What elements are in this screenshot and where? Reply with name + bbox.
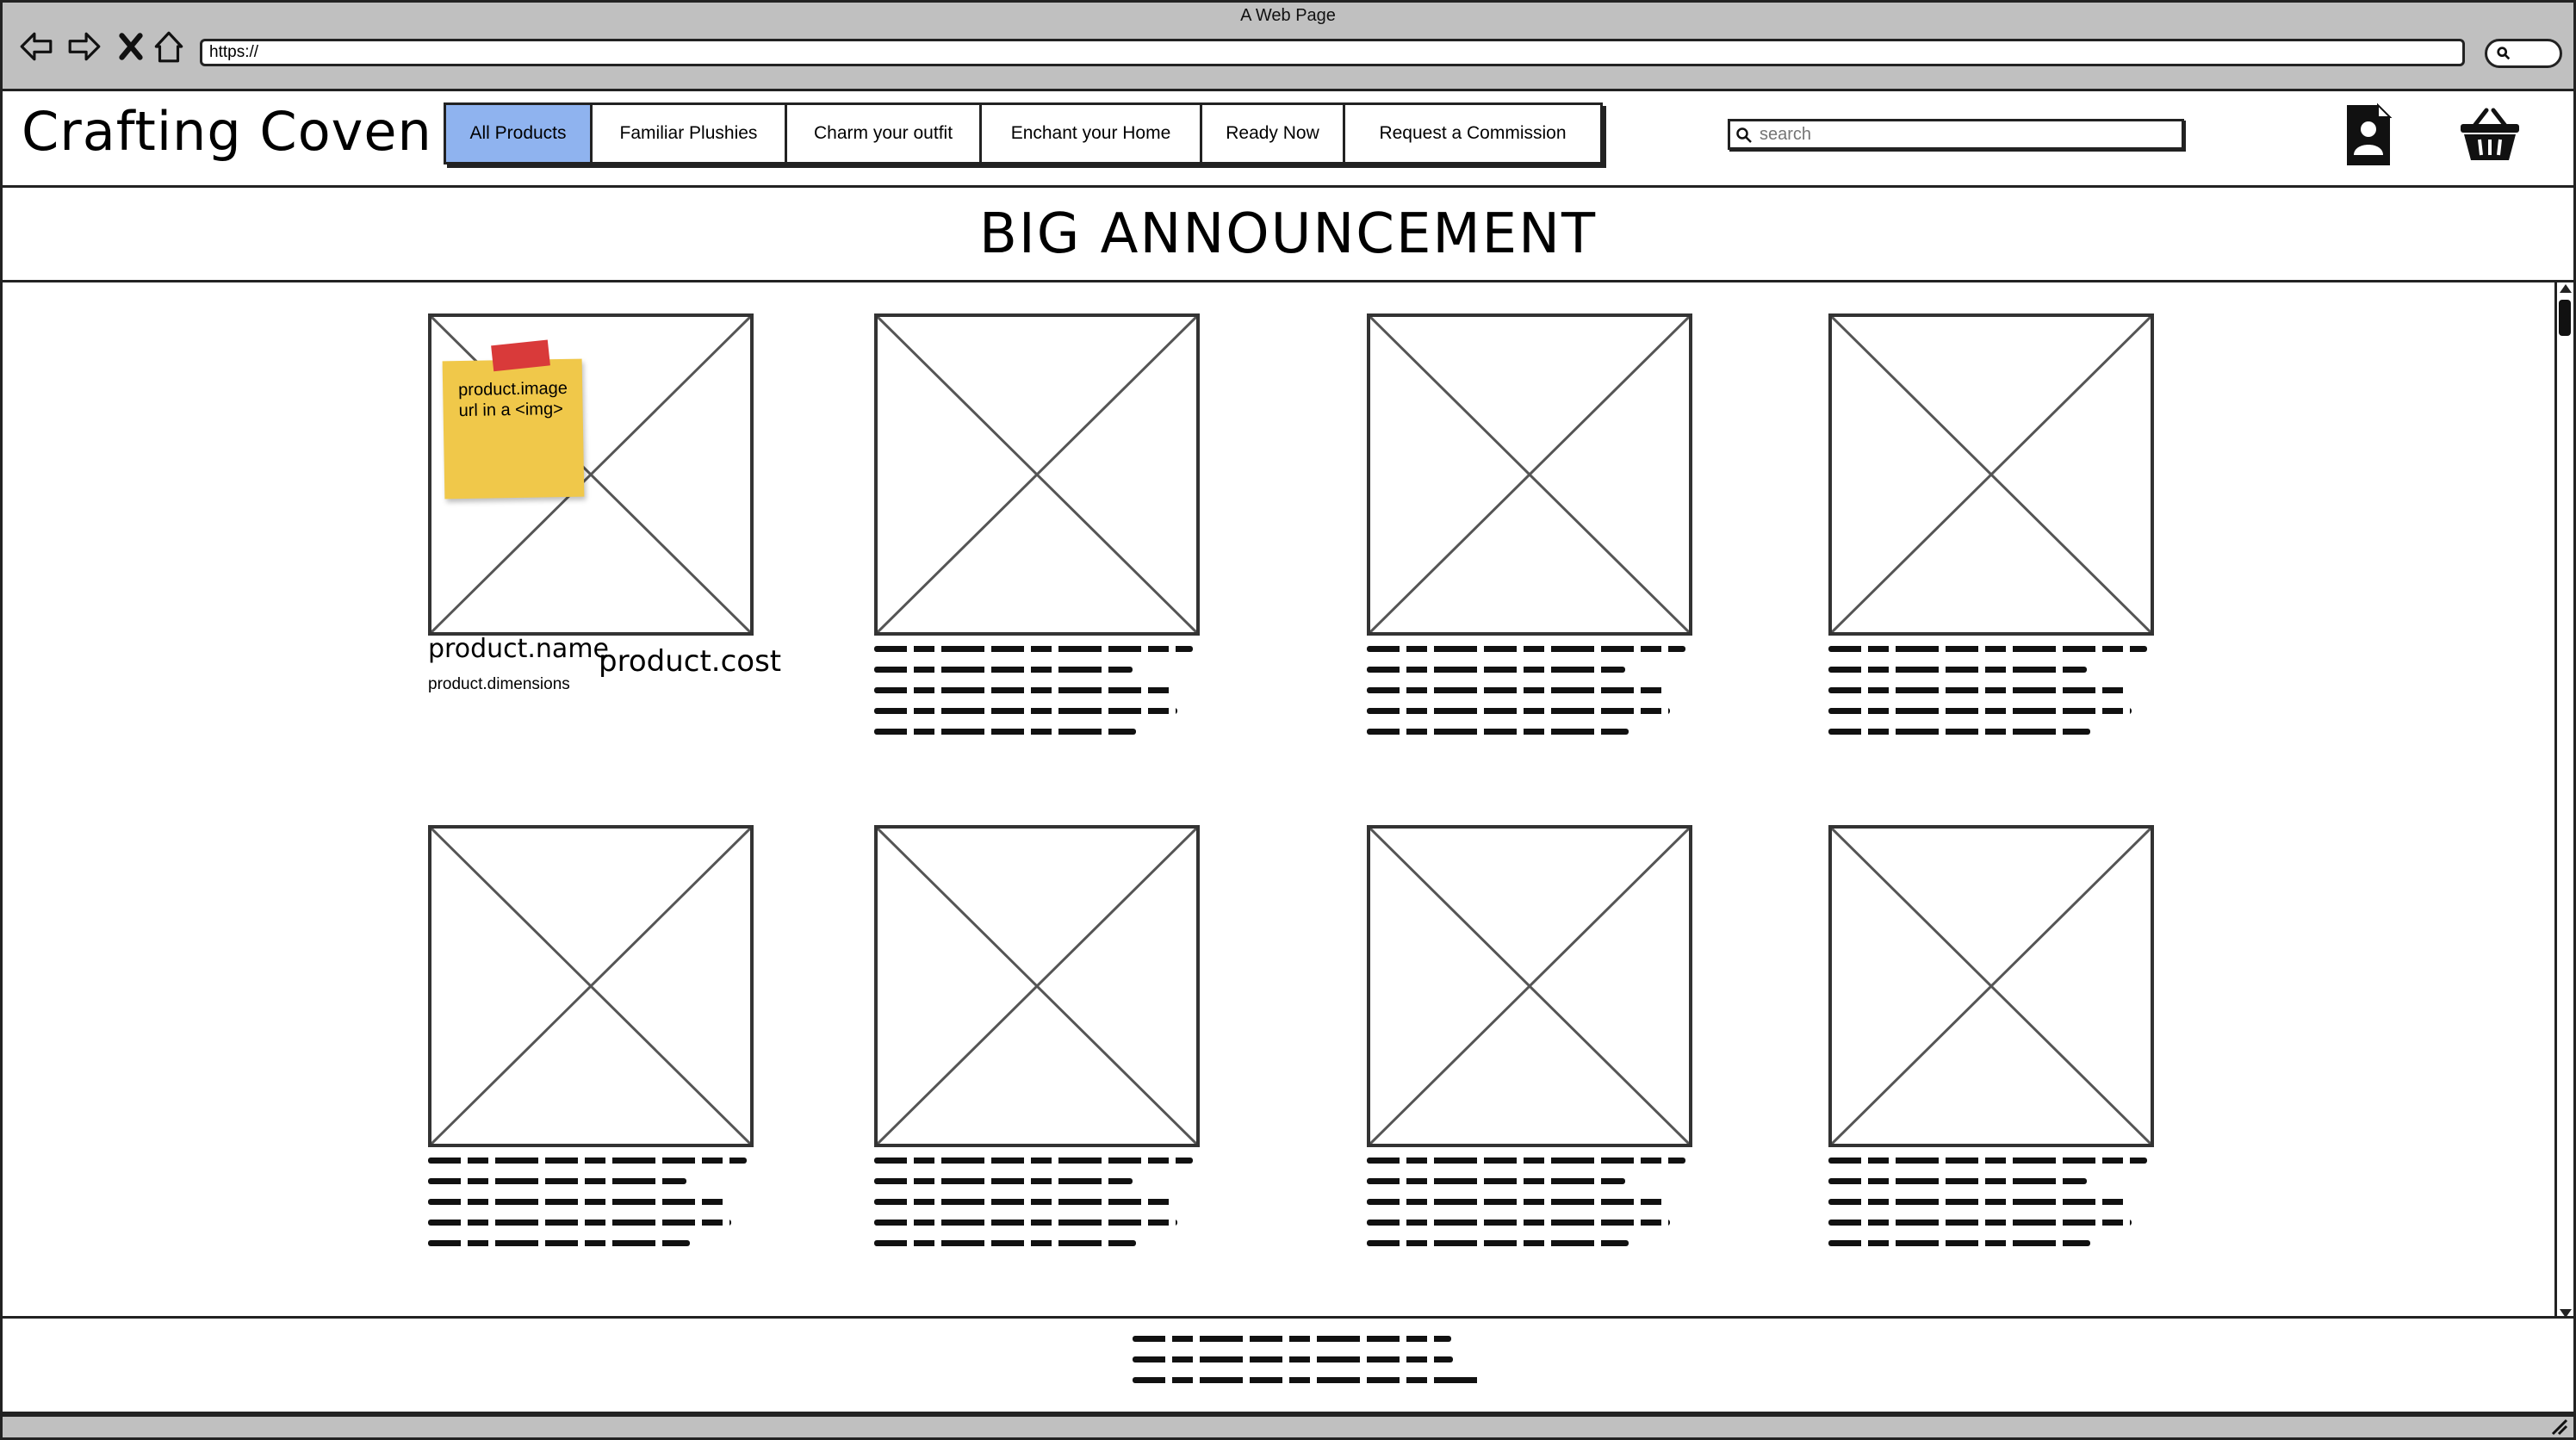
browser-search-pill[interactable] (2485, 39, 2562, 68)
resize-grip-icon[interactable] (2549, 1417, 2568, 1436)
forward-arrow-icon[interactable] (65, 27, 104, 66)
basket-icon[interactable] (2459, 105, 2521, 164)
product-image-placeholder[interactable] (1828, 313, 2154, 636)
product-grid: product.image url in a <img> product.nam… (0, 282, 2576, 1321)
product-description-placeholder (1367, 1158, 1694, 1261)
search-input[interactable] (1760, 121, 2173, 147)
product-image-placeholder[interactable] (1367, 313, 1692, 636)
back-arrow-icon[interactable] (16, 27, 56, 66)
scroll-up-arrow-icon[interactable] (2560, 284, 2572, 293)
footer-text-placeholder (1133, 1336, 1486, 1398)
search-icon (1736, 127, 1752, 143)
product-image-placeholder[interactable] (1367, 825, 1692, 1147)
scroll-thumb[interactable] (2559, 300, 2571, 336)
tab-request-a-commission[interactable]: Request a Commission (1345, 105, 1600, 162)
site-search[interactable] (1728, 119, 2184, 150)
vertical-scrollbar[interactable] (2554, 282, 2573, 1321)
product-cost: product.cost (599, 644, 782, 679)
search-icon (2496, 46, 2511, 61)
announcement-text: BIG ANNOUNCEMENT (978, 202, 1598, 266)
product-image-placeholder[interactable]: product.image url in a <img> (428, 313, 754, 636)
site-footer (0, 1316, 2576, 1414)
browser-chrome: A Web Page https:// (0, 0, 2576, 91)
tab-all-products[interactable]: All Products (446, 105, 593, 162)
product-image-placeholder[interactable] (874, 313, 1200, 636)
browser-status-bar (0, 1414, 2576, 1440)
announcement-banner: BIG ANNOUNCEMENT (0, 188, 2576, 282)
close-x-icon[interactable] (111, 27, 151, 66)
product-description-placeholder (1828, 646, 2156, 749)
product-description-placeholder (1828, 1158, 2156, 1261)
product-description-placeholder (1367, 646, 1694, 749)
tab-enchant-your-home[interactable]: Enchant your Home (982, 105, 1202, 162)
product-description-placeholder (428, 1158, 755, 1261)
window-title: A Web Page (1240, 6, 1336, 25)
site-logo[interactable]: Crafting Coven (22, 100, 432, 163)
sticky-tape (491, 339, 550, 372)
product-description-placeholder (874, 1158, 1201, 1261)
home-icon[interactable] (149, 27, 189, 66)
sticky-note-text: product.image url in a <img> (458, 378, 568, 421)
product-image-placeholder[interactable] (1828, 825, 2154, 1147)
product-description-placeholder (874, 646, 1201, 749)
product-image-placeholder[interactable] (874, 825, 1200, 1147)
sticky-note: product.image url in a <img> (442, 339, 585, 500)
account-icon[interactable] (2343, 102, 2393, 169)
url-bar[interactable]: https:// (200, 39, 2465, 66)
nav-tabs: All Products Familiar Plushies Charm you… (444, 102, 1603, 164)
tab-charm-your-outfit[interactable]: Charm your outfit (787, 105, 982, 162)
product-dimensions: product.dimensions (428, 675, 570, 693)
tab-ready-now[interactable]: Ready Now (1202, 105, 1345, 162)
site-header: Crafting Coven All Products Familiar Plu… (0, 91, 2576, 188)
product-name[interactable]: product.name (428, 634, 609, 664)
tab-familiar-plushies[interactable]: Familiar Plushies (593, 105, 787, 162)
product-image-placeholder[interactable] (428, 825, 754, 1147)
